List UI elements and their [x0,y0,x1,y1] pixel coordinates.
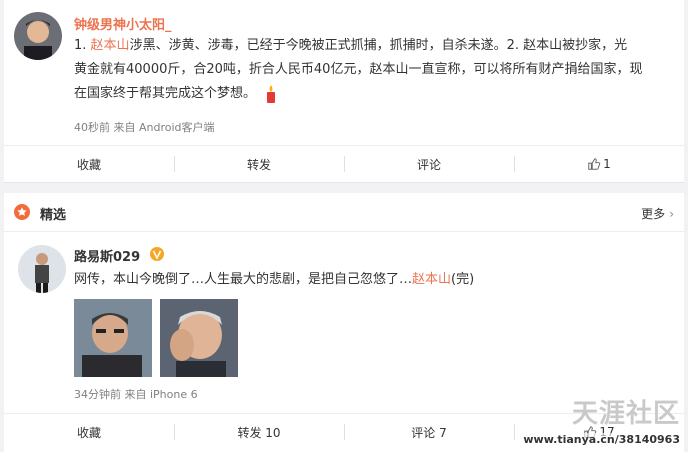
post-actions-bar: 收藏 转发 评论 1 [4,145,684,182]
featured-label: 精选 [40,208,67,223]
post-text-line3: 在国家终于帮其完成这个梦想。 [74,86,257,101]
post-meta: 34分钟前 来自 iPhone 6 [74,388,198,401]
repost-button[interactable]: 转发 10 [174,414,344,450]
more-link[interactable]: 更多 › [641,205,674,222]
more-label: 更多 [641,207,666,221]
vip-badge-icon[interactable] [150,247,164,261]
post-text: 1. 赵本山涉黑、涉黄、涉毒，已经于今晚被正式抓捕，抓捕时，自杀未遂。2. 赵本… [74,34,674,106]
post-text-line2: 黄金就有40000斤，合20吨，折合人民币40亿元，赵本山一直宣称，可以将所有财… [74,62,643,77]
post-image-1[interactable] [74,299,152,377]
mention-link[interactable]: 赵本山 [91,38,130,53]
repost-button[interactable]: 转发 [174,146,344,182]
star-icon [14,204,30,220]
post-author-name[interactable]: 钟级男神小太阳_ [74,14,172,33]
tianya-watermark-url: www.tianya.cn/38140963 [523,433,680,446]
comment-button[interactable]: 评论 [344,146,514,182]
post-text-suffix: (完) [451,272,475,287]
featured-header: 精选 更多 › [4,193,684,232]
thumbs-up-icon [588,158,601,170]
like-button[interactable]: 1 [514,146,684,182]
post-text: 网传，本山今晚倒了…人生最大的悲剧，是把自己忽悠了…赵本山(完) [74,268,674,292]
favorite-button[interactable]: 收藏 [4,146,174,182]
post-text-line1: 涉黑、涉黄、涉毒，已经于今晚被正式抓捕，抓捕时，自杀未遂。2. 赵本山被抄家，光 [129,38,628,53]
author-avatar[interactable] [14,12,62,60]
post-meta: 40秒前 来自 Android客户端 [74,121,215,134]
comment-button[interactable]: 评论 7 [344,414,514,450]
post-author-name[interactable]: 路易斯029 [74,246,140,265]
chevron-right-icon: › [669,207,674,221]
author-avatar[interactable] [18,245,66,293]
post-text-prefix: 网传，本山今晚倒了…人生最大的悲剧，是把自己忽悠了… [74,272,413,287]
candle-icon [264,84,278,104]
post-image-2[interactable] [160,299,238,377]
mention-link[interactable]: 赵本山 [412,272,451,287]
like-count: 1 [603,157,611,171]
weibo-post-1: 钟级男神小太阳_ 1. 赵本山涉黑、涉黄、涉毒，已经于今晚被正式抓捕，抓捕时，自… [4,0,684,183]
tianya-watermark-logo: 天涯社区 [571,399,680,429]
favorite-button[interactable]: 收藏 [4,414,174,450]
post-text-prefix: 1. [74,38,91,53]
